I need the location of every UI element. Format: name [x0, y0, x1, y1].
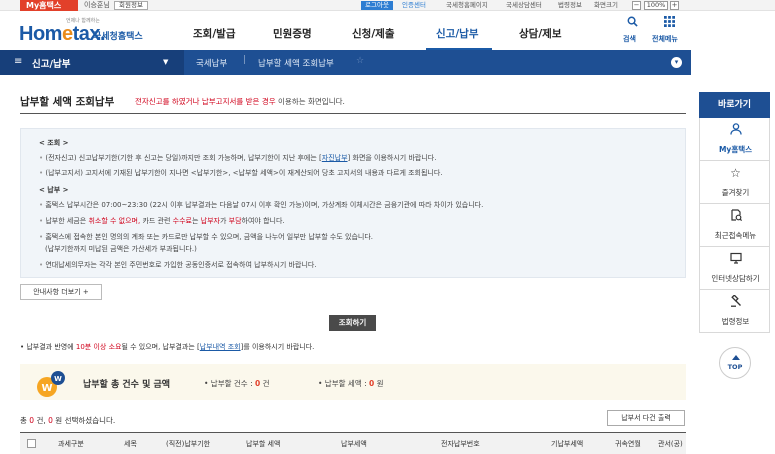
sub-navigation-bar: ≡ 신고/납부 ▼ 국세납부 | 납부할 세액 조회납부 ☆ ▾ [0, 50, 691, 75]
nav-application[interactable]: 신청/제출 [352, 26, 394, 41]
column-header[interactable]: (직전)납부기한 [166, 439, 210, 449]
breadcrumb-tax-payment[interactable]: 국세납부 [196, 57, 227, 69]
nav-consult-report[interactable]: 상담/제보 [519, 26, 561, 41]
column-header[interactable]: 과세구분 [58, 439, 84, 449]
law-info-link[interactable]: 법령정보 [558, 0, 582, 11]
info-line: • (납부고지서) 고지서에 기재된 납부기한이 지나면 <납부기한>, <납부… [39, 169, 443, 177]
page-description: 전자신고를 하였거나 납부고지서를 받은 경우 이용하는 화면입니다. [135, 97, 345, 106]
select-all-checkbox[interactable] [27, 439, 36, 448]
quick-links-panel: 바로가기 My홈택스 ☆ 즐겨찾기 최근접속메뉴 인터넷상담하기 법령정보 [699, 92, 770, 333]
member-info-button[interactable]: 회원정보 [114, 1, 148, 10]
nts-homepage-link[interactable]: 국세청홈페이지 [446, 0, 488, 11]
screen-size-label: 화면크기 [594, 1, 618, 9]
info-line: • 홈택스에 접속한 본인 명의의 계좌 또는 카드로만 납부할 수 있으며, … [39, 233, 373, 241]
zoom-value: 100% [644, 1, 668, 10]
quick-item-label: 인터넷상담하기 [711, 274, 760, 283]
summary-amount: • 납부할 세액 : 0 원 [318, 379, 384, 388]
payment-history-link[interactable]: 납부내역 조회 [200, 343, 241, 351]
main-header: 언제나 함께하는 Hometax. 국세청홈택스 조회/발급 민원증명 신청/제… [0, 12, 775, 50]
chevron-down-icon[interactable]: ▾ [671, 57, 682, 68]
favorite-star-icon[interactable]: ☆ [356, 56, 364, 66]
quick-my-hometax[interactable]: My홈택스 [699, 118, 770, 161]
consult-center-link[interactable]: 국세상담센터 [506, 0, 542, 11]
column-header[interactable]: 관서(공) [658, 439, 683, 449]
top-label: TOP [727, 363, 743, 371]
info-heading-payment: < 납부 > [39, 186, 69, 194]
cert-center-link[interactable]: 인증센터 [402, 0, 426, 11]
search-button[interactable]: 조회하기 [329, 315, 376, 331]
gavel-icon [700, 294, 771, 310]
svg-text:W: W [41, 383, 52, 394]
hamburger-icon: ≡ [14, 56, 23, 67]
scroll-top-button[interactable]: TOP [719, 347, 751, 379]
recent-icon [700, 209, 771, 224]
monitor-icon [700, 252, 771, 267]
section-label: 신고/납부 [32, 59, 71, 70]
all-menu-label[interactable]: 전체메뉴 [652, 34, 678, 44]
quick-favorites[interactable]: ☆ 즐겨찾기 [699, 161, 770, 204]
grid-menu-icon[interactable] [657, 16, 681, 30]
logo-korean: 국세청홈택스 [93, 32, 143, 42]
zoom-in-button[interactable]: + [670, 1, 679, 10]
search-label[interactable]: 검색 [623, 34, 636, 44]
info-heading-inquiry: < 조회 > [39, 139, 69, 147]
logout-button[interactable]: 로그아웃 [361, 1, 393, 10]
quick-recent-menu[interactable]: 최근접속메뉴 [699, 204, 770, 247]
quick-links-title: 바로가기 [699, 92, 770, 118]
my-hometax-tab[interactable]: My홈택스 [20, 0, 78, 11]
quick-item-label: 최근접속메뉴 [714, 231, 757, 240]
payment-summary-box: W W 납부할 총 건수 및 금액 • 납부할 건수 : 0 건 • 납부할 세… [20, 364, 686, 400]
info-line: • 홈택스 납부시간은 07:00~23:30 (22시 이후 납부결과는 다음… [39, 201, 484, 209]
column-header[interactable]: 납부세액 [341, 439, 367, 449]
info-line: • 납부한 세금은 취소할 수 없으며, 카드 관련 수수료는 납부자가 부담하… [39, 217, 285, 225]
nav-filing-payment[interactable]: 신고/납부 [436, 26, 478, 41]
quick-online-consult[interactable]: 인터넷상담하기 [699, 247, 770, 290]
breadcrumb-current[interactable]: 납부할 세액 조회납부 [258, 57, 334, 69]
search-icon[interactable] [620, 16, 644, 30]
svg-text:W: W [54, 375, 62, 383]
multi-print-button[interactable]: 납부서 다건 출력 [607, 410, 685, 426]
nav-certificates[interactable]: 민원증명 [273, 26, 312, 41]
result-table-header: 과세구분 세목 (직전)납부기한 납부할 세액 납부세액 전자납부번호 기납부세… [20, 432, 686, 454]
breadcrumb-separator-icon: | [243, 55, 247, 65]
column-header[interactable]: 귀속연월 [615, 439, 641, 449]
top-utility-bar: My홈택스 이승훈님 회원정보 로그아웃 인증센터 국세청홈페이지 국세상담센터… [0, 0, 775, 11]
info-line: • 연대납세의무자는 각각 본인 주민번호로 가입한 공동인증서로 접속하여 납… [39, 261, 317, 269]
quick-item-label: 즐겨찾기 [721, 188, 750, 197]
info-line: • (전자신고) 신고납부기한(기한 후 신고는 당일)까지만 조회 가능하며,… [39, 154, 437, 162]
guide-info-box: < 조회 > • (전자신고) 신고납부기한(기한 후 신고는 당일)까지만 조… [20, 128, 686, 278]
hometax-logo[interactable]: 언제나 함께하는 Hometax. 국세청홈택스 [19, 17, 149, 47]
zoom-out-button[interactable]: − [632, 1, 641, 10]
quick-item-label: My홈택스 [718, 145, 753, 154]
quick-item-label: 법령정보 [721, 317, 750, 326]
page-title: 납부할 세액 조회납부 [20, 96, 115, 108]
person-icon [700, 123, 771, 138]
info-line: (납부기한까지 미납된 금액은 가산세가 부과됩니다.) [45, 245, 197, 253]
summary-count: • 납부할 건수 : 0 건 [204, 379, 270, 388]
more-guide-button[interactable]: 안내사항 더보기 + [20, 284, 102, 300]
arrow-up-icon [732, 355, 740, 360]
column-header[interactable]: 납부할 세액 [246, 439, 280, 449]
user-name: 이승훈님 [84, 1, 110, 9]
nav-inquiry-issue[interactable]: 조회/발급 [193, 26, 235, 41]
dropdown-triangle-icon: ▼ [163, 58, 169, 66]
selection-total: 총 0 건, 0 원 선택하셨습니다. [20, 416, 116, 425]
section-selector[interactable]: ≡ 신고/납부 ▼ [0, 50, 184, 75]
column-header[interactable]: 세목 [124, 439, 137, 449]
won-coin-icon: W W [36, 370, 66, 398]
quick-law-info[interactable]: 법령정보 [699, 290, 770, 333]
self-payment-link[interactable]: 자진납부 [322, 154, 348, 162]
column-header[interactable]: 전자납부번호 [441, 439, 480, 449]
star-icon: ☆ [730, 166, 741, 180]
column-header[interactable]: 기납부세액 [551, 439, 583, 449]
title-divider [20, 113, 686, 114]
summary-title: 납부할 총 건수 및 금액 [83, 380, 171, 390]
payment-result-notice: • 납부결과 반영에 10분 이상 소요될 수 있으며, 납부결과는 [납부내역… [20, 343, 315, 351]
